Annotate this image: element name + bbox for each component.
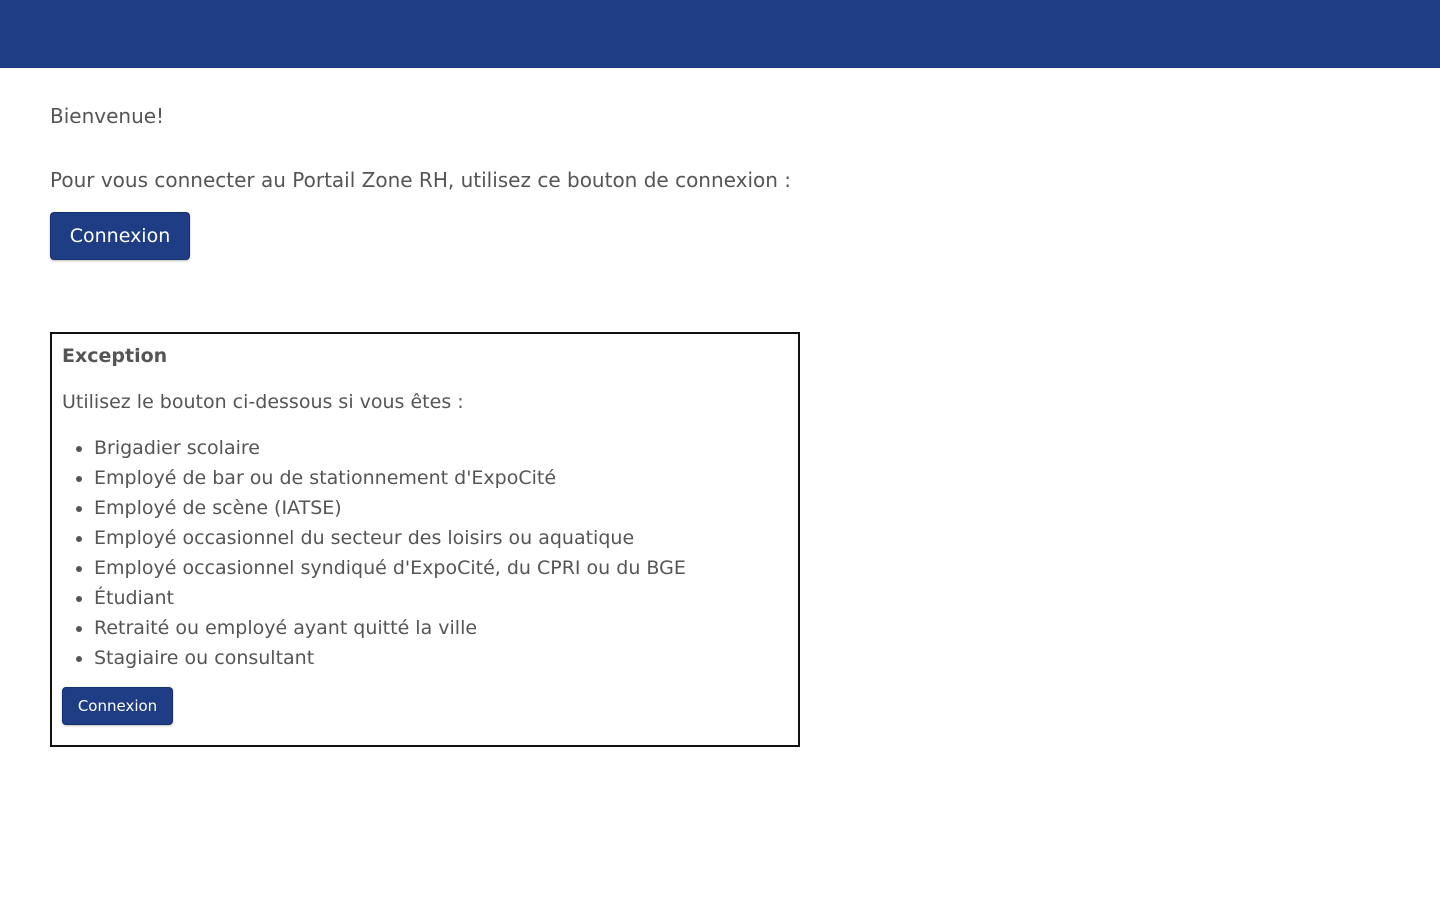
list-item: Employé occasionnel du secteur des loisi…: [94, 523, 686, 553]
exception-panel: Exception Utilisez le bouton ci-dessous …: [50, 332, 800, 747]
exception-title: Exception: [62, 345, 168, 367]
list-item: Brigadier scolaire: [94, 433, 686, 463]
login-button[interactable]: Connexion: [50, 212, 190, 260]
list-item: Employé occasionnel syndiqué d'ExpoCité,…: [94, 553, 686, 583]
welcome-text: Bienvenue!: [50, 104, 165, 128]
list-item: Employé de scène (IATSE): [94, 493, 686, 523]
list-item: Employé de bar ou de stationnement d'Exp…: [94, 463, 686, 493]
list-item: Étudiant: [94, 583, 686, 613]
exception-list: Brigadier scolaire Employé de bar ou de …: [62, 433, 686, 673]
top-header-bar: [0, 0, 1440, 68]
list-item: Retraité ou employé ayant quitté la vill…: [94, 613, 686, 643]
exception-instructions: Utilisez le bouton ci-dessous si vous êt…: [62, 391, 464, 413]
login-instructions: Pour vous connecter au Portail Zone RH, …: [50, 168, 792, 192]
list-item: Stagiaire ou consultant: [94, 643, 686, 673]
exception-login-button[interactable]: Connexion: [62, 687, 173, 725]
